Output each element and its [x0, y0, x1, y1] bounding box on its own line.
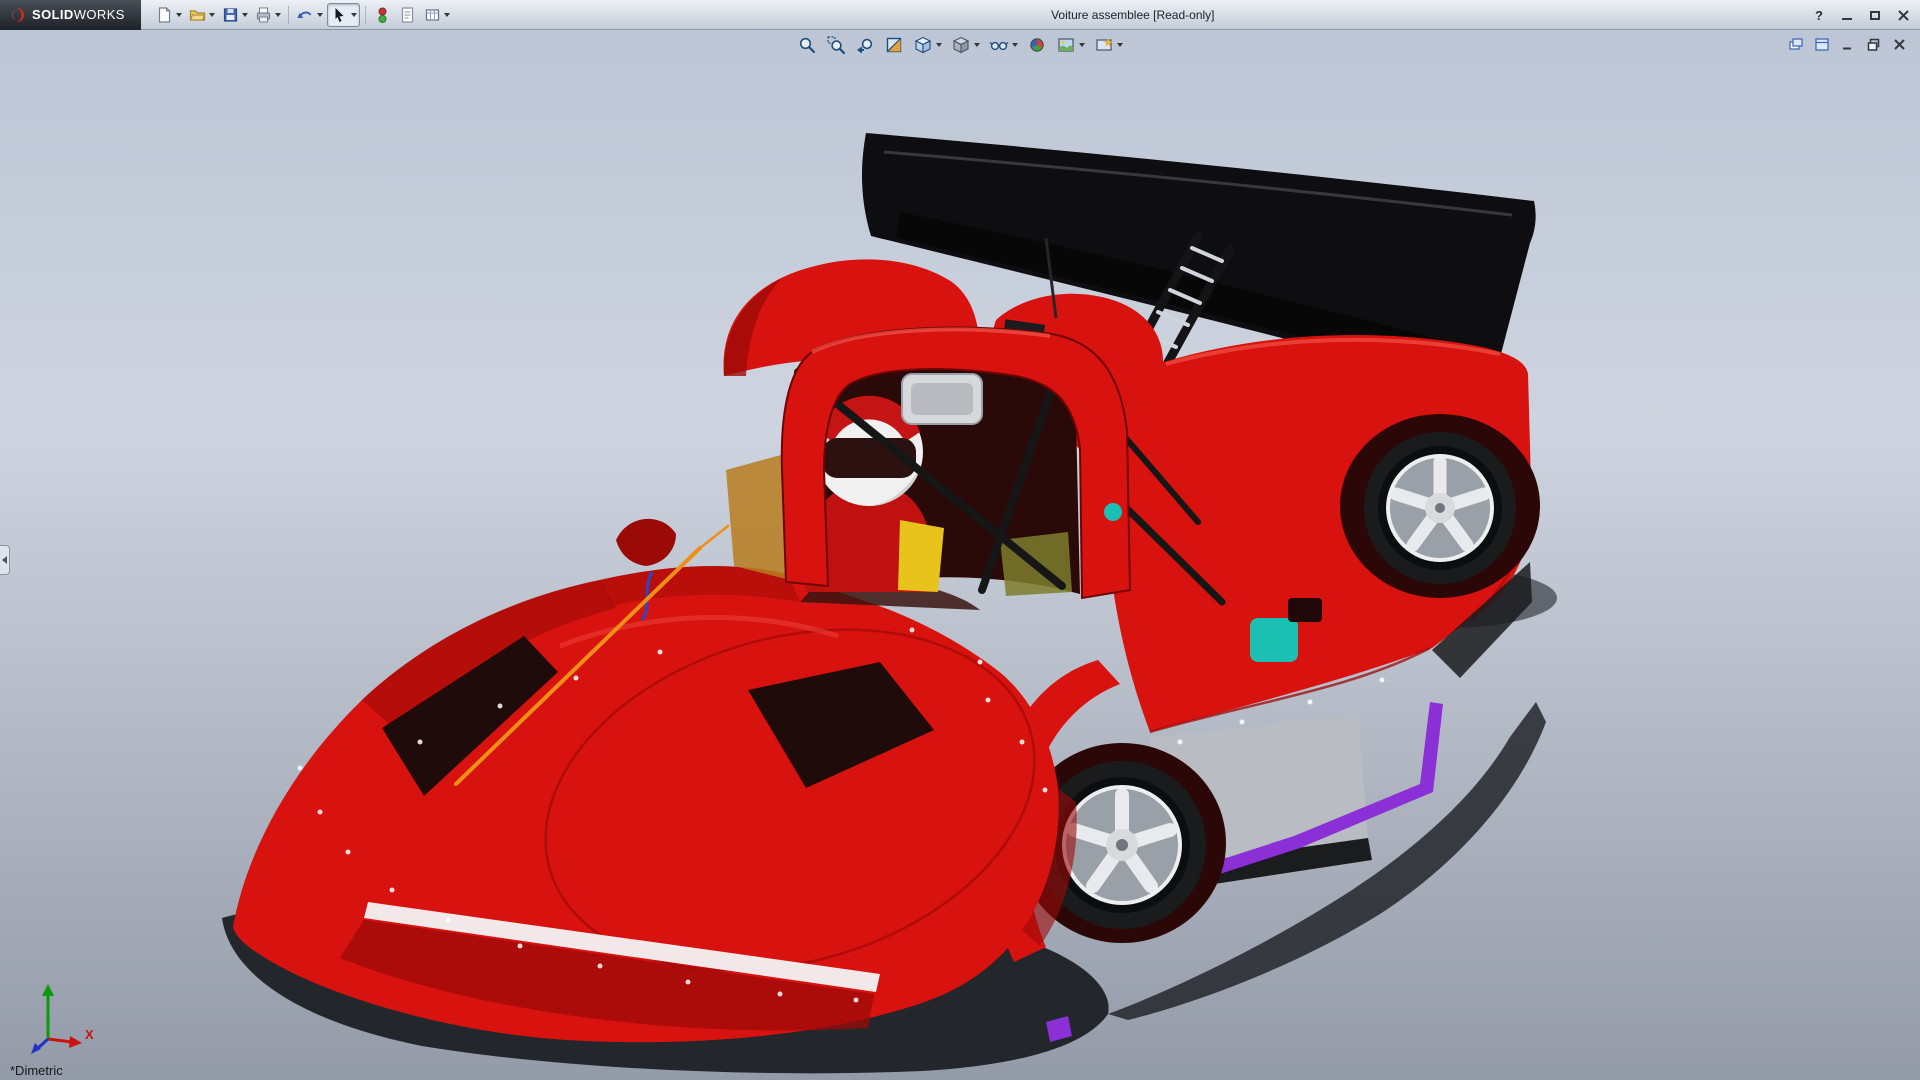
harness-pad	[898, 520, 944, 592]
triad-x-axis: X	[48, 1027, 94, 1048]
help-button[interactable]: ?	[1810, 6, 1828, 24]
undo-icon	[296, 6, 315, 24]
chevron-left-icon	[2, 556, 7, 564]
save-icon	[221, 6, 240, 24]
display-style-button[interactable]	[950, 34, 981, 56]
previous-view-icon	[855, 35, 875, 55]
file-properties-button[interactable]	[396, 3, 419, 27]
teal-marker	[1104, 503, 1122, 521]
zoom-to-area-button[interactable]	[825, 34, 847, 56]
zoom-to-fit-icon	[797, 35, 817, 55]
maximize-icon	[1870, 11, 1880, 20]
options-button[interactable]	[421, 3, 452, 27]
featuremanager-collapse-tab[interactable]	[0, 545, 10, 575]
window-tile-icon	[1814, 37, 1830, 52]
window-cascade-button[interactable]	[1787, 36, 1804, 53]
rearview-mirror	[902, 374, 982, 424]
select-cursor-icon	[330, 6, 349, 24]
edit-appearance-button[interactable]	[1026, 34, 1048, 56]
hide-show-items-icon	[989, 35, 1009, 55]
orientation-triad: X	[14, 973, 98, 1062]
close-document-button[interactable]	[1891, 36, 1908, 53]
options-icon	[423, 6, 442, 24]
triad-z-axis	[31, 1039, 48, 1054]
hide-show-items-button[interactable]	[988, 34, 1019, 56]
open-button[interactable]	[186, 3, 217, 27]
file-properties-icon	[398, 6, 417, 24]
zoom-to-fit-button[interactable]	[796, 34, 818, 56]
select-button[interactable]	[327, 3, 360, 27]
print-button[interactable]	[252, 3, 283, 27]
section-view-icon	[884, 35, 904, 55]
window-controls: ?	[1810, 0, 1912, 30]
car-3d-model	[0, 0, 1920, 1080]
undo-button[interactable]	[294, 3, 325, 27]
view-settings-button[interactable]	[1093, 34, 1124, 56]
edit-appearance-icon	[1027, 35, 1047, 55]
triad-y-axis	[42, 984, 54, 1039]
rear-right-wheel	[1340, 414, 1540, 598]
dassault-logo-icon	[8, 6, 26, 24]
minimize-icon	[1842, 18, 1852, 20]
window-cascade-icon	[1788, 37, 1804, 52]
close-icon	[1898, 10, 1909, 21]
section-view-button[interactable]	[883, 34, 905, 56]
restore-document-icon	[1866, 37, 1881, 52]
teal-side-panel	[1250, 618, 1298, 662]
view-settings-icon	[1094, 35, 1114, 55]
rebuild-icon	[373, 6, 392, 24]
main-toolbar	[153, 0, 452, 30]
heads-up-toolbar	[796, 34, 1124, 56]
view-orientation-button[interactable]	[912, 34, 943, 56]
previous-view-button[interactable]	[854, 34, 876, 56]
document-window-controls	[1787, 36, 1908, 53]
solidworks-logo: SOLIDWORKS	[0, 0, 141, 30]
open-icon	[188, 6, 207, 24]
triad-x-label: X	[85, 1027, 94, 1042]
minimize-document-icon	[1840, 37, 1855, 52]
display-style-icon	[951, 35, 971, 55]
minimize-document-button[interactable]	[1839, 36, 1856, 53]
close-button[interactable]	[1894, 6, 1912, 24]
titlebar: SOLIDWORKS	[0, 0, 1920, 30]
new-document-icon	[155, 6, 174, 24]
view-orientation-label: *Dimetric	[10, 1063, 63, 1078]
apply-scene-icon	[1056, 35, 1076, 55]
rebuild-button[interactable]	[371, 3, 394, 27]
print-icon	[254, 6, 273, 24]
save-button[interactable]	[219, 3, 250, 27]
restore-document-button[interactable]	[1865, 36, 1882, 53]
view-orientation-icon	[913, 35, 933, 55]
window-tile-button[interactable]	[1813, 36, 1830, 53]
solidworks-window: SOLIDWORKS	[0, 0, 1920, 1080]
maximize-button[interactable]	[1866, 6, 1884, 24]
new-document-button[interactable]	[153, 3, 184, 27]
brand-text: SOLIDWORKS	[32, 7, 125, 22]
zoom-to-area-icon	[826, 35, 846, 55]
close-document-icon	[1892, 37, 1907, 52]
apply-scene-button[interactable]	[1055, 34, 1086, 56]
minimize-button[interactable]	[1838, 6, 1856, 24]
window-title: Voiture assemblee [Read-only]	[1051, 0, 1214, 30]
